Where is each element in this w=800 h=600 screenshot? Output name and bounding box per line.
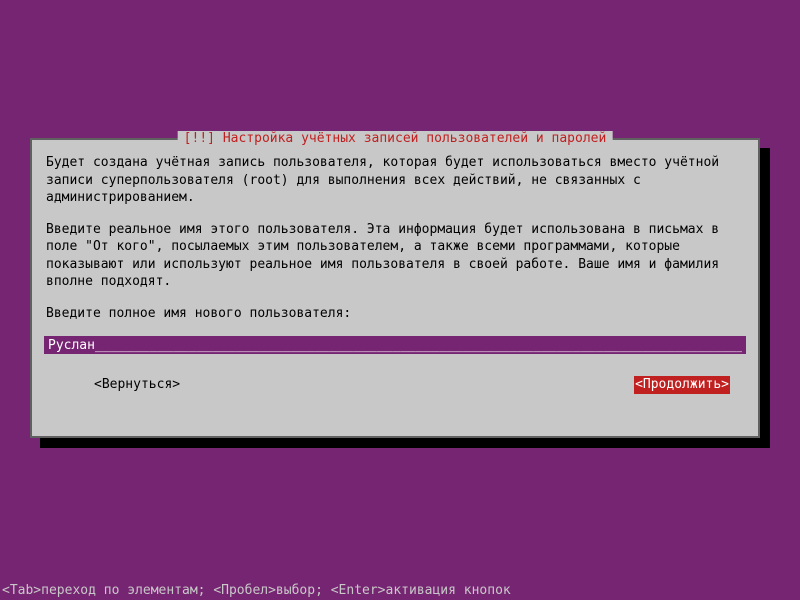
input-underline: ________________________________________… — [48, 337, 742, 354]
button-row: <Вернуться> <Продолжить> — [46, 354, 744, 394]
dialog-body: Будет создана учётная запись пользовател… — [32, 140, 758, 394]
dialog-title: [!!] Настройка учётных записей пользоват… — [178, 131, 613, 146]
title-text: Настройка учётных записей пользователей … — [223, 131, 607, 146]
fullname-input-value: Руслан — [48, 338, 95, 353]
title-importance-marker: [!!] — [184, 131, 215, 146]
back-button[interactable]: <Вернуться> — [94, 376, 180, 394]
footer-hint: <Tab>переход по элементам; <Пробел>выбор… — [0, 583, 513, 598]
fullname-input[interactable]: ________________________________________… — [44, 336, 746, 354]
dialog-box: [!!] Настройка учётных записей пользоват… — [30, 138, 760, 438]
description-paragraph-2: Введите реальное имя этого пользователя.… — [46, 221, 744, 291]
description-paragraph-1: Будет создана учётная запись пользовател… — [46, 154, 744, 207]
continue-button[interactable]: <Продолжить> — [634, 376, 730, 394]
input-prompt: Введите полное имя нового пользователя: — [46, 305, 744, 323]
